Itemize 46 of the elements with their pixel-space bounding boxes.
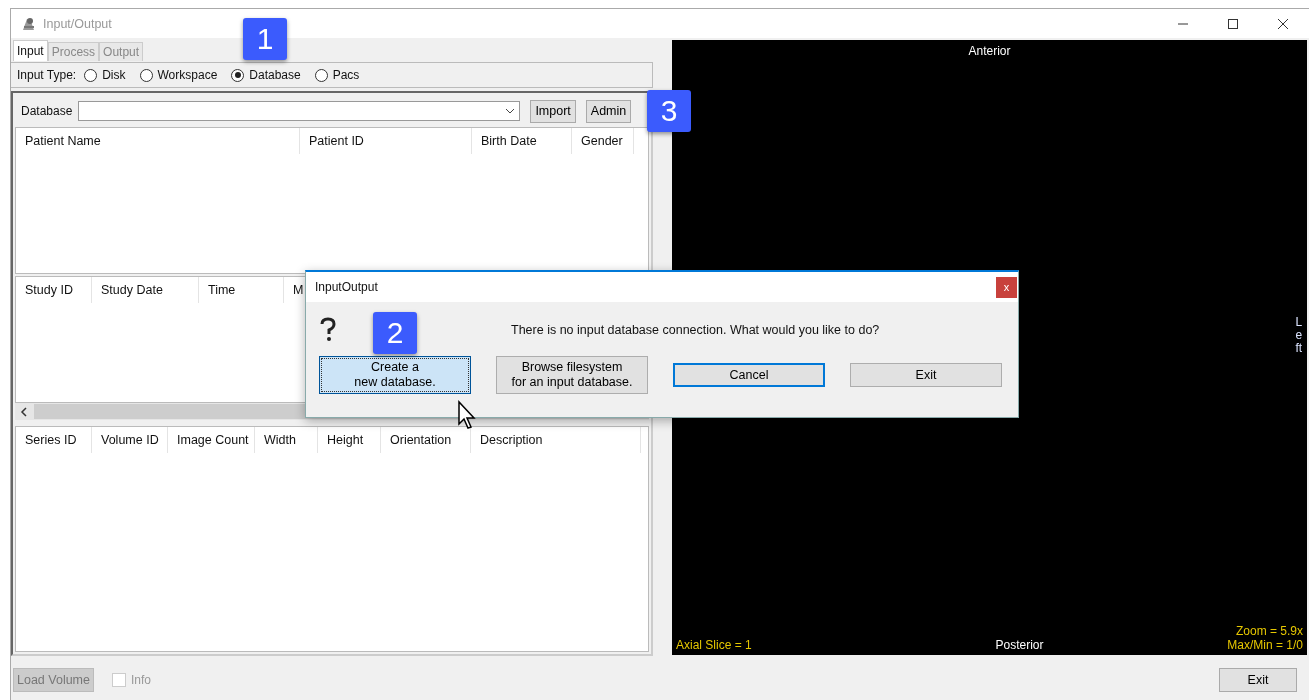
column-header[interactable]: Gender (572, 128, 634, 154)
chevron-icon (505, 108, 516, 114)
radio-option[interactable]: Pacs (314, 68, 360, 82)
column-header[interactable]: Volume ID (92, 427, 168, 453)
column-header[interactable]: Image Count (168, 427, 255, 453)
dialog-button[interactable]: Exit (850, 363, 1002, 387)
column-header[interactable]: Time (199, 277, 284, 303)
database-label: Database (21, 104, 73, 118)
orientation-label: Left (1294, 316, 1303, 356)
app-icon (21, 15, 37, 32)
step-badge: 2 (373, 312, 417, 354)
tab[interactable]: Input (13, 40, 48, 61)
radio-option[interactable]: Workspace (139, 68, 218, 82)
max-min-label: Max/Min = 1/0 (1227, 638, 1303, 652)
dialog-message: There is no input database connection. What would you like to do? (511, 323, 880, 337)
scroll-left-icon[interactable] (20, 406, 28, 417)
close-icon[interactable] (1277, 17, 1289, 30)
column-header[interactable]: Birth Date (472, 128, 572, 154)
close-button[interactable]: x (996, 276, 1017, 298)
column-header[interactable]: Width (255, 427, 318, 453)
column-header[interactable]: Height (318, 427, 381, 453)
question-icon (319, 317, 337, 343)
orientation-label: Anterior (968, 44, 1011, 58)
column-header[interactable]: Patient Name (16, 128, 300, 154)
database-dropdown[interactable] (78, 101, 521, 121)
column-header[interactable]: Study ID (16, 277, 92, 303)
dialog-button[interactable]: Cancel (673, 363, 825, 387)
toolbar-button[interactable]: Admin (585, 99, 632, 123)
maximize-icon[interactable] (1227, 17, 1239, 30)
dialog-button[interactable]: Browse filesystem for an input database. (496, 356, 648, 394)
dialog-button[interactable]: Create a new database. (319, 356, 471, 394)
radio-option[interactable]: Disk (84, 68, 126, 82)
window-title: Input/Output (43, 16, 112, 31)
zoom-label: Zoom = 5.9x (1235, 624, 1303, 638)
orientation-label: Posterior (995, 638, 1044, 652)
step-badge: 3 (647, 90, 691, 132)
step-badge: 1 (243, 18, 287, 60)
slice-label: Axial Slice = 1 (676, 638, 752, 652)
column-header[interactable]: Patient ID (300, 128, 472, 154)
column-header[interactable]: Study Date (92, 277, 199, 303)
column-header[interactable]: Series ID (16, 427, 92, 453)
input-type-label: Input Type: (17, 68, 77, 82)
toolbar-button[interactable]: Import (530, 99, 576, 123)
radio-option[interactable]: Database (231, 68, 301, 82)
exit-button[interactable]: Exit (1219, 668, 1297, 692)
dialog-title: InputOutput (315, 280, 378, 294)
